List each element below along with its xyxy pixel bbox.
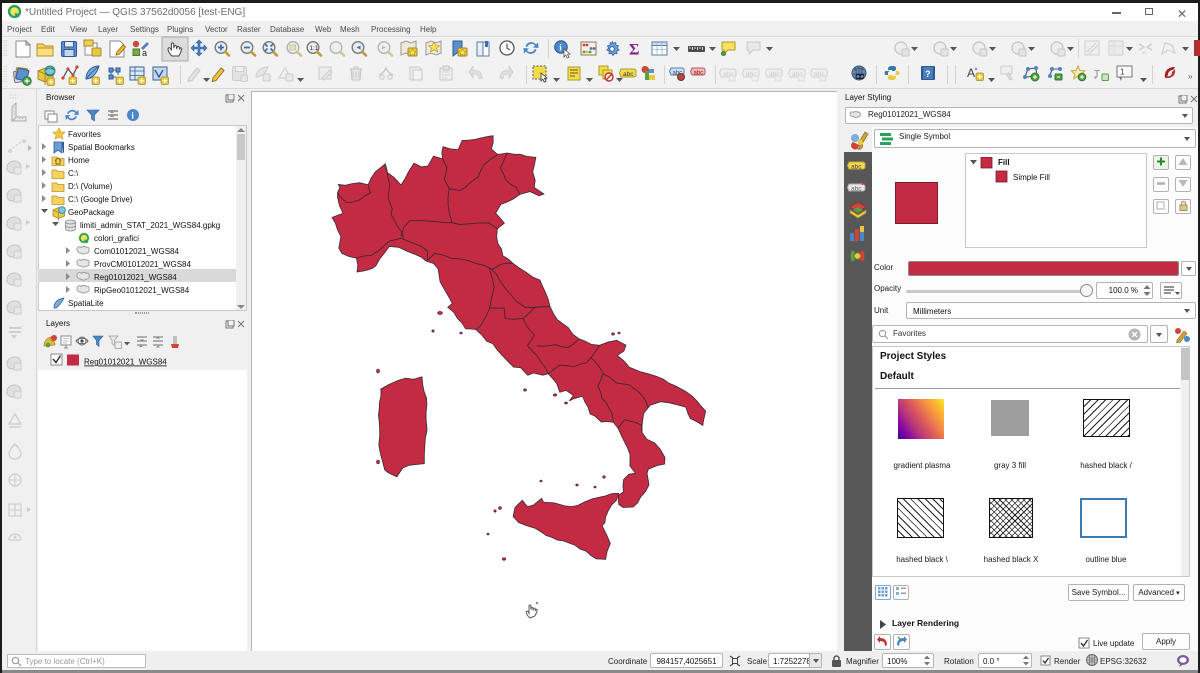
- svg-text:GeoPackage: GeoPackage: [68, 208, 115, 217]
- svg-text:abc: abc: [851, 186, 862, 193]
- svg-text:C:\: C:\: [68, 169, 79, 178]
- svg-text:C:\ (Google Drive): C:\ (Google Drive): [68, 195, 133, 204]
- svg-text:Fill: Fill: [998, 158, 1010, 167]
- svg-text:A: A: [967, 66, 975, 80]
- svg-text:Com01012021_WGS84: Com01012021_WGS84: [94, 247, 179, 256]
- svg-text:×: ×: [1142, 50, 1146, 57]
- svg-text:Reg01012021_WGS84: Reg01012021_WGS84: [94, 273, 177, 282]
- svg-text:abc: abc: [851, 164, 862, 171]
- svg-text:Σ: Σ: [629, 42, 639, 59]
- svg-text:colori_grafici: colori_grafici: [94, 234, 139, 243]
- svg-text:1:1: 1:1: [310, 45, 319, 52]
- svg-text:a: a: [142, 48, 147, 58]
- svg-text:D:\ (Volume): D:\ (Volume): [68, 182, 113, 191]
- svg-text:Simple Fill: Simple Fill: [1013, 173, 1050, 182]
- svg-text:Favorites: Favorites: [68, 130, 101, 139]
- svg-text:»: »: [1188, 72, 1193, 81]
- svg-text:Reg01012021_WGS84: Reg01012021_WGS84: [84, 358, 167, 367]
- svg-text:Spatial Bookmarks: Spatial Bookmarks: [68, 143, 135, 152]
- svg-text:PostGIS: PostGIS: [68, 309, 98, 310]
- svg-text:limiti_admin_STAT_2021_WGS84.g: limiti_admin_STAT_2021_WGS84.gpkg: [80, 221, 220, 230]
- svg-text:Home: Home: [68, 156, 90, 165]
- svg-text:?: ?: [925, 69, 931, 79]
- svg-text:ProvCM01012021_WGS84: ProvCM01012021_WGS84: [94, 260, 191, 269]
- svg-text:SpatiaLite: SpatiaLite: [68, 299, 104, 308]
- svg-text:abc: abc: [694, 71, 704, 77]
- svg-text:1: 1: [1120, 68, 1125, 77]
- svg-text:RipGeo01012021_WGS84: RipGeo01012021_WGS84: [94, 286, 190, 295]
